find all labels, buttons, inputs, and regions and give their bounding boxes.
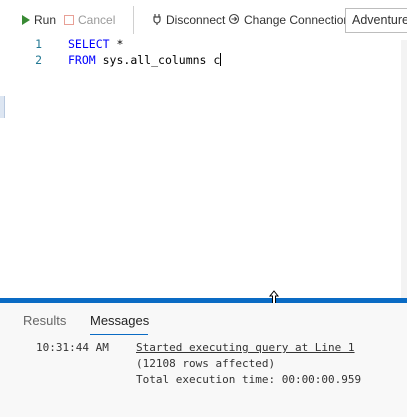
- results-panel: Results Messages 10:31:44 AM Started exe…: [0, 303, 407, 417]
- tab-results[interactable]: Results: [23, 313, 66, 328]
- query-editor[interactable]: 1 SELECT * 2 FROM sys.all_columns c: [0, 33, 400, 298]
- disconnect-label: Disconnect: [166, 13, 226, 27]
- toolbar-separator: [133, 6, 134, 34]
- editor-line: 1 SELECT *: [0, 37, 400, 53]
- rows-affected-text: (12108 rows affected): [136, 357, 276, 370]
- editor-line: 2 FROM sys.all_columns c: [0, 53, 400, 69]
- change-connection-icon: [228, 13, 240, 28]
- started-query-link[interactable]: Started executing query at Line 1: [136, 341, 355, 354]
- database-select[interactable]: AdventureWorks: [345, 8, 407, 33]
- plug-icon: [152, 13, 162, 28]
- disconnect-button[interactable]: Disconnect: [152, 12, 225, 28]
- text-cursor: [220, 53, 222, 66]
- stop-icon: [64, 15, 74, 25]
- cancel-button[interactable]: Cancel: [64, 12, 115, 28]
- tab-messages[interactable]: Messages: [90, 313, 149, 328]
- execution-time-text: Total execution time: 00:00:00.959: [136, 373, 362, 386]
- run-button[interactable]: Run: [22, 12, 56, 28]
- cancel-label: Cancel: [78, 13, 116, 27]
- editor-scrollbar[interactable]: [401, 40, 407, 298]
- active-tab-indicator: [90, 334, 148, 335]
- run-label: Run: [34, 13, 57, 27]
- sql-keyword: FROM: [68, 53, 96, 67]
- sql-keyword: SELECT: [68, 37, 110, 51]
- change-connection-button[interactable]: Change Connection: [228, 12, 350, 28]
- code-text: FROM sys.all_columns c: [68, 53, 222, 67]
- play-icon: [22, 15, 30, 25]
- message-timestamp: 10:31:44 AM: [36, 341, 109, 354]
- line-number: 2: [35, 53, 42, 67]
- code-rest: sys.all_columns c: [95, 53, 221, 67]
- change-connection-label: Change Connection: [244, 13, 351, 27]
- code-text: SELECT *: [68, 37, 123, 51]
- line-number: 1: [35, 37, 42, 51]
- code-rest: *: [109, 37, 124, 51]
